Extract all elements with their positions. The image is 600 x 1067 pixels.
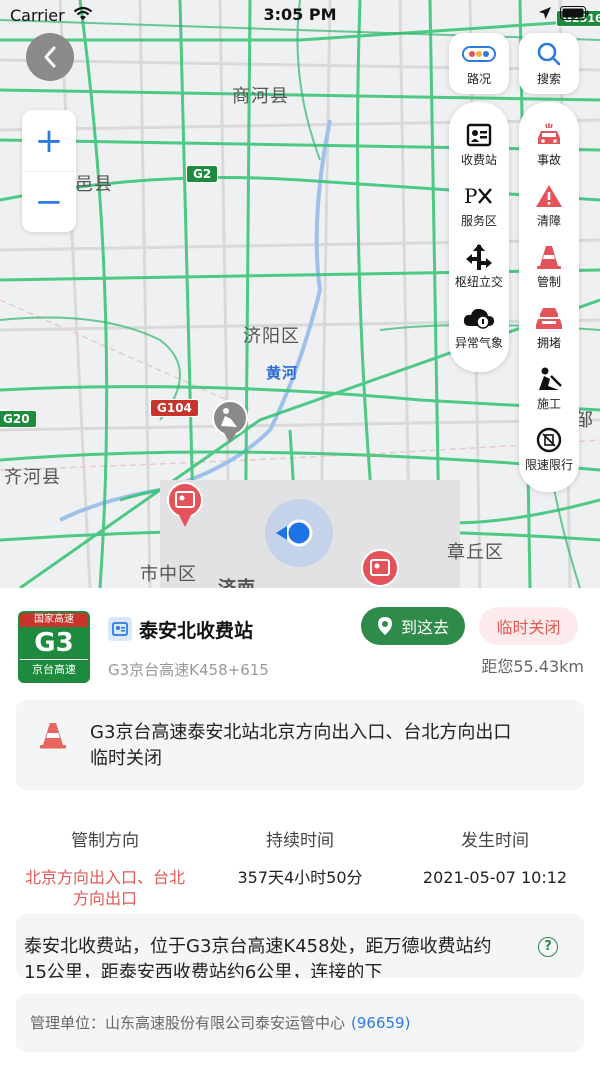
tool-label: 施工 <box>536 397 561 411</box>
map-label-jinan: 济南 <box>218 574 256 588</box>
tool-label: 收费站 <box>460 153 497 167</box>
facility-layer-panel: 收费站 P 服务区 枢纽立交 异常气象 <box>449 102 509 372</box>
stat-direction: 管制方向 北京方向出入口、台北方向出口 <box>10 826 200 909</box>
map-view[interactable]: 商河县 临邑县 济阳区 黄河 齐河县 市中区 济南 章丘区 邹 G2 G104 … <box>0 0 600 588</box>
zoom-in-button[interactable]: + <box>22 110 76 171</box>
toll-station-marker-2[interactable] <box>360 548 400 588</box>
back-button[interactable] <box>26 33 74 81</box>
road-shield-g20: G20 <box>0 410 37 428</box>
stat-duration-value: 357天4小时50分 <box>237 868 363 887</box>
tool-label: 枢纽立交 <box>454 275 503 289</box>
clearance-icon <box>536 185 562 207</box>
distance-label: 距您55.43km <box>481 657 584 676</box>
map-label-jiyang: 济阳区 <box>243 326 300 347</box>
stat-time: 发生时间 2021-05-07 10:12 <box>400 826 590 888</box>
tool-weather[interactable]: 异常气象 <box>449 297 509 358</box>
mgmt-unit: 山东高速股份有限公司泰安运管中心 <box>105 1014 346 1032</box>
management-unit: 管理单位：山东高速股份有限公司泰安运管中心 (96659) <box>16 994 584 1052</box>
tool-interchange[interactable]: 枢纽立交 <box>449 236 509 297</box>
notice-text: G3京台高速泰安北站北京方向出入口、台北方向出口临时关闭 <box>90 722 512 769</box>
search-label: 搜索 <box>536 72 561 86</box>
screen: 商河县 临邑县 济阳区 黄河 齐河县 市中区 济南 章丘区 邹 G2 G104 … <box>0 0 600 1067</box>
station-name: 泰安北收费站 <box>139 620 254 642</box>
traffic-toggle[interactable]: 路况 <box>449 33 509 94</box>
map-label-qihe: 齐河县 <box>4 467 61 488</box>
interchange-icon <box>466 244 492 270</box>
battery-icon <box>560 6 589 20</box>
station-description[interactable]: 泰安北收费站，位于G3京台高速K458处，距万德收费站约15公里，距泰安西收费站… <box>16 914 584 978</box>
congestion-icon <box>536 308 562 329</box>
stat-time-value: 2021-05-07 10:12 <box>422 868 568 887</box>
map-label-shizhong: 市中区 <box>140 564 197 585</box>
road-shield-g104: G104 <box>150 399 199 417</box>
tool-clearance[interactable]: 清障 <box>519 175 579 236</box>
location-arrow-icon <box>539 7 551 19</box>
tool-speed-limit[interactable]: 限速限行 <box>519 419 579 480</box>
construction-marker[interactable] <box>210 400 250 448</box>
shield-code: G3 <box>34 628 74 658</box>
highway-shield: 国家高速 G3 京台高速 <box>18 611 90 683</box>
tool-label: 限速限行 <box>524 458 573 472</box>
status-time: 3:05 PM <box>263 5 337 24</box>
map-label-zhangqiu: 章丘区 <box>447 542 504 563</box>
stat-direction-head: 管制方向 <box>71 831 139 851</box>
tool-construction[interactable]: 施工 <box>519 358 579 419</box>
tool-accident[interactable]: 事故 <box>519 114 579 175</box>
construction-icon <box>539 367 562 390</box>
mgmt-label: 管理单位： <box>30 1014 106 1032</box>
traffic-cone-icon <box>40 723 66 749</box>
chevron-left-icon <box>44 46 56 68</box>
map-label-shanghe: 商河县 <box>232 86 289 107</box>
zoom-controls: + − <box>22 110 76 232</box>
navigate-button[interactable]: 到这去 <box>361 607 465 645</box>
map-label-huanghe: 黄河 <box>266 364 299 382</box>
tool-label: 清障 <box>536 214 561 228</box>
description-text: 泰安北收费站，位于G3京台高速K458处，距万德收费站约15公里，距泰安西收费站… <box>24 936 492 978</box>
weather-icon <box>463 308 494 329</box>
tool-toll-station[interactable]: 收费站 <box>449 114 509 175</box>
tool-label: 异常气象 <box>454 336 503 350</box>
control-icon <box>537 246 561 269</box>
status-badge: 临时关闭 <box>479 607 578 645</box>
tool-service-area[interactable]: P 服务区 <box>449 175 509 236</box>
svg-text:P: P <box>464 185 477 207</box>
tool-label: 管制 <box>536 275 561 289</box>
toll-marker-icon <box>361 549 399 587</box>
toll-station-icon <box>466 123 492 147</box>
road-shield-g2: G2 <box>186 165 219 183</box>
station-location: G3京台高速K458+615 <box>108 661 269 679</box>
accident-icon <box>538 123 560 144</box>
construction-marker-icon <box>212 400 248 443</box>
search-icon <box>537 42 561 66</box>
tool-label: 事故 <box>536 153 561 167</box>
toll-marker-icon <box>167 482 203 527</box>
toll-station-type-icon <box>108 617 132 641</box>
traffic-icon <box>462 46 496 62</box>
tool-control[interactable]: 管制 <box>519 236 579 297</box>
navigate-pin-icon <box>377 617 392 635</box>
help-icon[interactable]: ? <box>538 937 558 957</box>
stat-duration: 持续时间 357天4小时50分 <box>205 826 395 888</box>
tool-congestion[interactable]: 拥堵 <box>519 297 579 358</box>
map-roads <box>0 0 600 588</box>
traffic-label: 路况 <box>466 72 491 86</box>
speed-limit-icon <box>536 427 562 453</box>
stat-duration-head: 持续时间 <box>266 831 334 851</box>
stat-direction-value: 北京方向出入口、台北方向出口 <box>24 868 185 908</box>
mgmt-phone-link[interactable]: (96659) <box>351 1014 410 1032</box>
zoom-out-button[interactable]: − <box>22 171 76 232</box>
shield-bottom: 京台高速 <box>20 659 88 680</box>
stat-time-head: 发生时间 <box>461 831 529 851</box>
service-area-icon: P <box>464 185 492 207</box>
status-bar: Carrier 3:05 PM <box>0 0 600 32</box>
tool-label: 服务区 <box>460 214 497 228</box>
event-layer-panel: 事故 清障 管制 拥堵 施工 限速限行 <box>519 102 579 492</box>
closure-notice: G3京台高速泰安北站北京方向出入口、台北方向出口临时关闭 <box>16 700 584 790</box>
navigate-label: 到这去 <box>400 618 449 637</box>
search-button[interactable]: 搜索 <box>519 33 579 94</box>
toll-station-marker[interactable] <box>165 482 205 532</box>
shield-top: 国家高速 <box>20 613 88 627</box>
tool-label: 拥堵 <box>536 336 561 350</box>
